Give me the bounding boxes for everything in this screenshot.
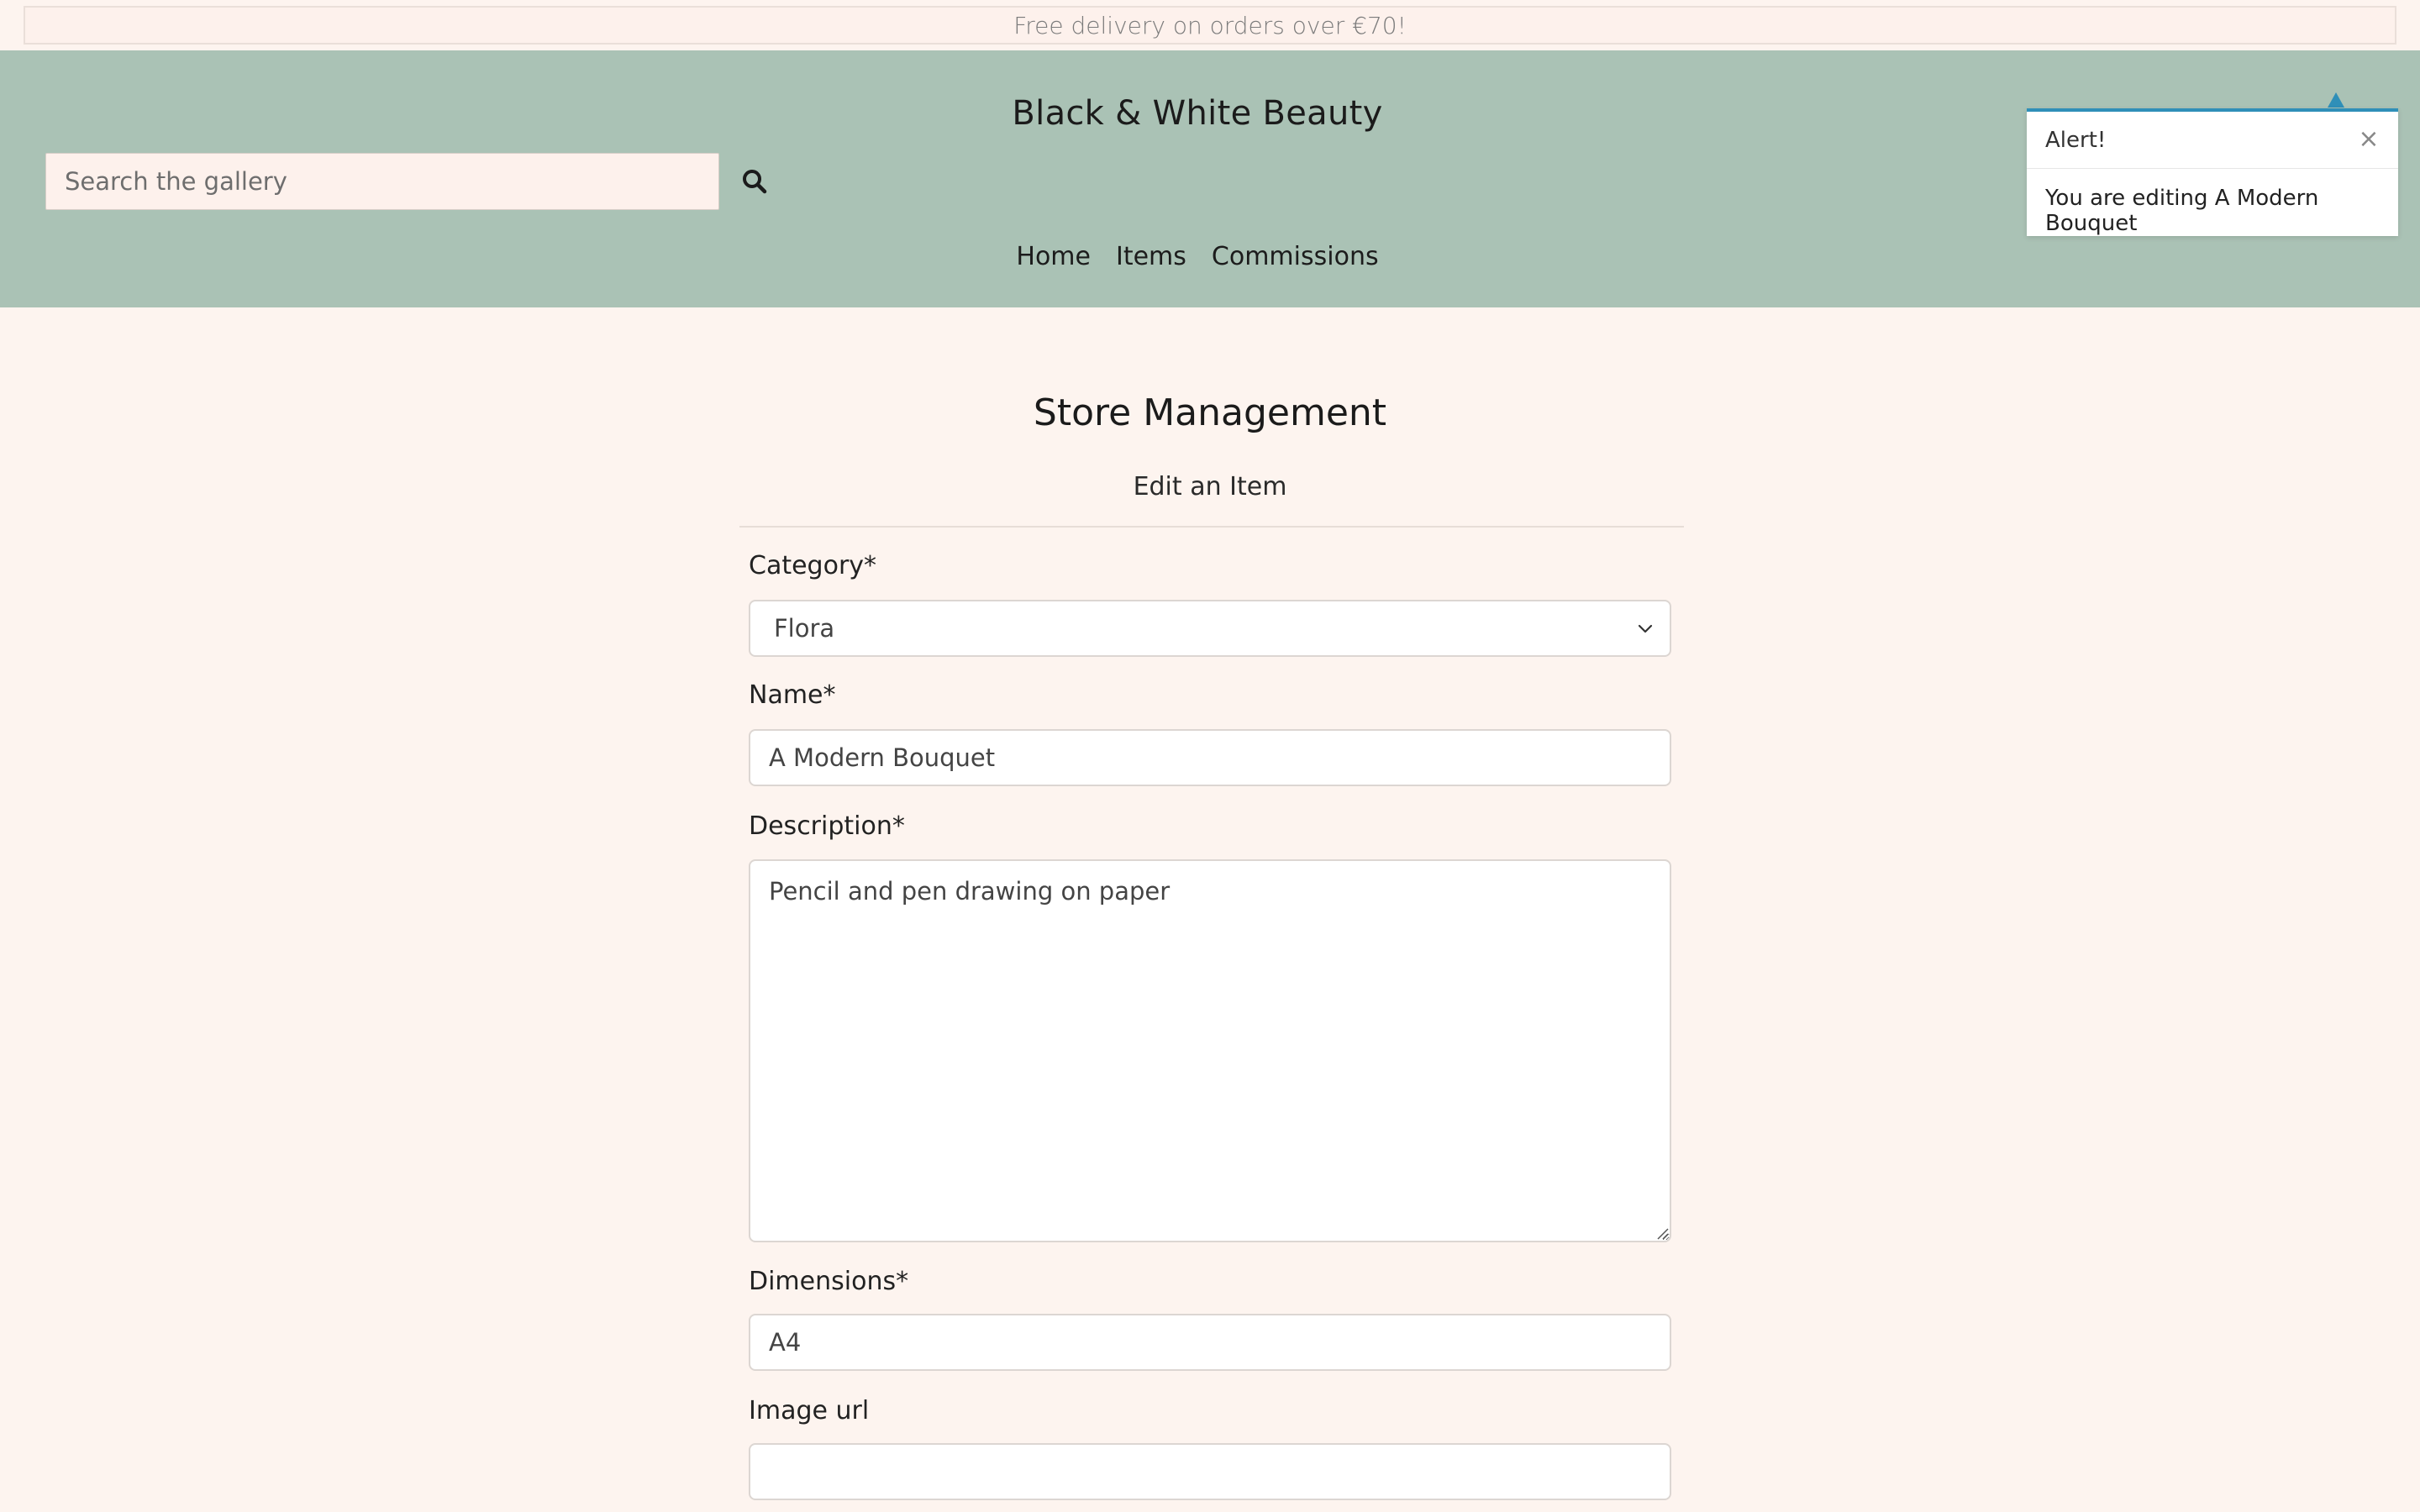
search-input[interactable] xyxy=(45,153,719,210)
category-label: Category* xyxy=(749,551,877,580)
close-icon[interactable]: × xyxy=(2356,125,2381,154)
category-select[interactable]: Flora xyxy=(749,600,1671,657)
banner-container: Free delivery on orders over €70! xyxy=(0,0,2420,50)
toast-title: Alert! xyxy=(2045,127,2107,153)
divider xyxy=(739,526,1684,528)
image-url-label: Image url xyxy=(749,1396,870,1425)
name-label: Name* xyxy=(749,680,836,710)
toast-header: Alert! × xyxy=(2027,112,2398,169)
nav-item-items[interactable]: Items xyxy=(1116,242,1186,271)
category-selected-value: Flora xyxy=(774,614,835,643)
chevron-down-icon xyxy=(1638,624,1653,633)
free-delivery-banner: Free delivery on orders over €70! xyxy=(24,6,2396,45)
toast-arrow xyxy=(2328,92,2344,108)
image-url-input[interactable] xyxy=(749,1443,1671,1500)
toast-message: You are editing A Modern Bouquet xyxy=(2045,186,2319,236)
description-label: Description* xyxy=(749,811,905,841)
dimensions-label: Dimensions* xyxy=(749,1267,909,1296)
search-icon xyxy=(743,170,767,194)
description-textarea[interactable]: Pencil and pen drawing on paper xyxy=(749,859,1671,1242)
dimensions-input[interactable] xyxy=(749,1314,1671,1371)
nav-item-home[interactable]: Home xyxy=(1016,242,1091,271)
resize-handle-icon[interactable] xyxy=(1655,1226,1669,1240)
page-title: Store Management xyxy=(1033,391,1387,434)
name-input[interactable] xyxy=(749,729,1671,786)
search-button[interactable] xyxy=(734,158,775,205)
page-subtitle: Edit an Item xyxy=(1133,472,1287,501)
nav-item-commissions[interactable]: Commissions xyxy=(1212,242,1379,271)
alert-toast: Alert! × You are editing A Modern Bouque… xyxy=(2027,108,2398,236)
